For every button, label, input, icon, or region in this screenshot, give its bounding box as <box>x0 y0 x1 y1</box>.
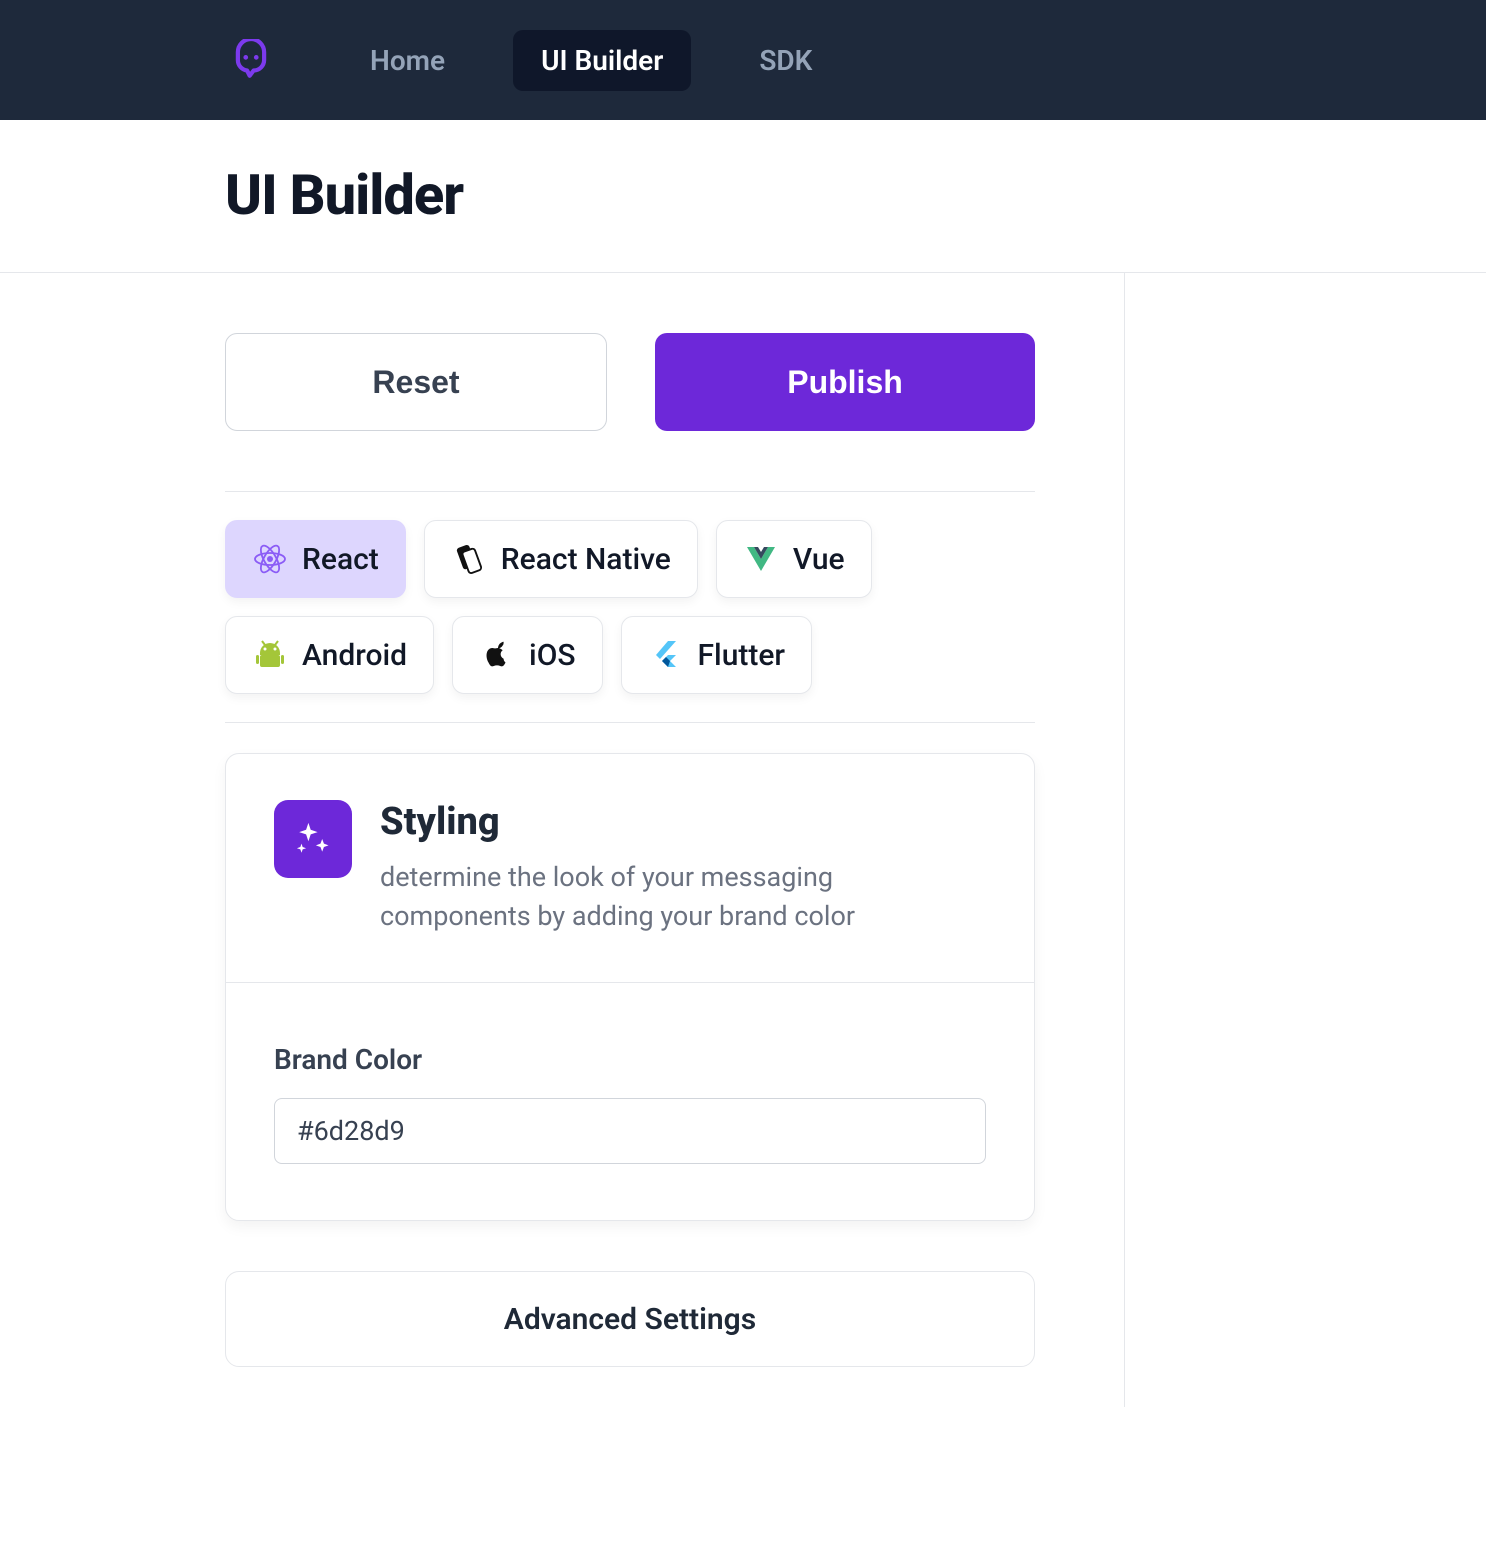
styling-description: determine the look of your messaging com… <box>380 858 900 936</box>
platform-label: React <box>302 542 379 577</box>
publish-button[interactable]: Publish <box>655 333 1035 431</box>
styling-card-body: Brand Color <box>226 983 1034 1220</box>
platform-label: Android <box>302 638 407 673</box>
platform-label: React Native <box>501 542 671 577</box>
platform-chip-vue[interactable]: Vue <box>716 520 872 598</box>
main-content: Reset Publish <box>225 273 1035 1407</box>
styling-card-text: Styling determine the look of your messa… <box>380 800 900 936</box>
platform-chip-flutter[interactable]: Flutter <box>621 616 813 694</box>
flutter-icon <box>648 637 684 673</box>
nav-sdk[interactable]: SDK <box>731 30 840 91</box>
styling-card-header: Styling determine the look of your messa… <box>226 754 1034 983</box>
react-icon <box>252 541 288 577</box>
advanced-settings-button[interactable]: Advanced Settings <box>225 1271 1035 1367</box>
divider <box>225 491 1035 492</box>
platform-label: Vue <box>793 542 845 577</box>
platform-selector: React React Native <box>225 520 1035 694</box>
top-navbar: Home UI Builder SDK <box>0 0 1486 120</box>
vue-icon <box>743 541 779 577</box>
brand-color-input[interactable] <box>274 1098 986 1164</box>
styling-card: Styling determine the look of your messa… <box>225 753 1035 1221</box>
reset-button[interactable]: Reset <box>225 333 607 431</box>
divider <box>225 722 1035 723</box>
nav-ui-builder[interactable]: UI Builder <box>513 30 691 91</box>
platform-chip-react-native[interactable]: React Native <box>424 520 698 598</box>
actions-row: Reset Publish <box>225 333 1035 431</box>
platform-label: iOS <box>529 638 575 673</box>
sparkles-icon <box>274 800 352 878</box>
brand-color-label: Brand Color <box>274 1043 986 1076</box>
apple-icon <box>479 637 515 673</box>
platform-label: Flutter <box>698 638 786 673</box>
page: UI Builder Reset Publish <box>0 120 1486 1467</box>
brand-logo <box>230 39 272 81</box>
page-header: UI Builder <box>0 120 1486 273</box>
platform-chip-ios[interactable]: iOS <box>452 616 602 694</box>
react-native-icon <box>451 541 487 577</box>
nav-home[interactable]: Home <box>342 30 473 91</box>
android-icon <box>252 637 288 673</box>
platform-chip-react[interactable]: React <box>225 520 406 598</box>
page-title: UI Builder <box>225 162 1486 228</box>
platform-chip-android[interactable]: Android <box>225 616 434 694</box>
styling-title: Styling <box>380 800 900 844</box>
